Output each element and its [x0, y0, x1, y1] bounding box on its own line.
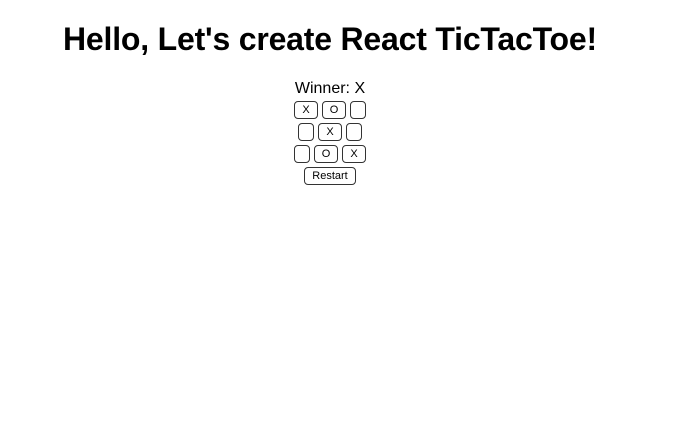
- square-1-1[interactable]: X: [294, 101, 318, 119]
- board-row-2: X: [0, 121, 660, 143]
- square-1-3[interactable]: [350, 101, 366, 119]
- square-3-1[interactable]: [294, 145, 310, 163]
- board-row-3: O X: [0, 143, 660, 165]
- square-3-2[interactable]: O: [314, 145, 338, 163]
- page: Hello, Let's create React TicTacToe! Win…: [0, 0, 688, 429]
- square-3-3[interactable]: X: [342, 145, 366, 163]
- square-2-1[interactable]: [298, 123, 314, 141]
- restart-row: Restart: [0, 165, 660, 187]
- square-2-2[interactable]: X: [318, 123, 342, 141]
- game-container: Winner: X X O X O X Restart: [0, 79, 660, 187]
- square-2-3[interactable]: [346, 123, 362, 141]
- page-title: Hello, Let's create React TicTacToe!: [63, 21, 597, 57]
- square-1-2[interactable]: O: [322, 101, 346, 119]
- winner-status: Winner: X: [294, 80, 366, 97]
- restart-button[interactable]: Restart: [304, 167, 356, 185]
- board-row-1: X O: [0, 99, 660, 121]
